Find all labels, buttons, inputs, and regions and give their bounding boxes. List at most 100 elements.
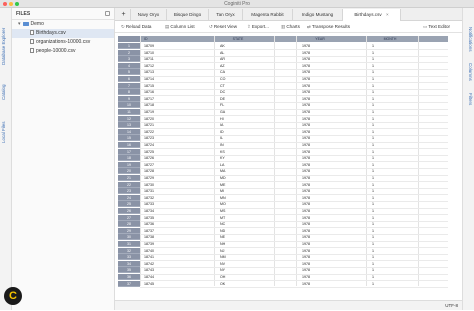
row-number[interactable]: 2 — [118, 49, 140, 56]
grid-cell[interactable]: 18744 — [144, 274, 204, 280]
grid-cell[interactable]: HI — [220, 116, 260, 122]
grid-cell[interactable]: 1978 — [302, 228, 342, 234]
grid-cell[interactable]: 1 — [372, 69, 412, 75]
grid-cell[interactable] — [282, 50, 292, 56]
grid-cell[interactable]: AZ — [220, 63, 260, 69]
grid-cell[interactable]: 1 — [372, 50, 412, 56]
grid-cell[interactable]: 1978 — [302, 102, 342, 108]
grid-cell[interactable] — [282, 228, 292, 234]
tab-indigo-mustang[interactable]: Indigo Mustang — [293, 9, 343, 21]
grid-cell[interactable]: 1978 — [302, 281, 342, 287]
row-number[interactable]: 17 — [118, 148, 140, 155]
grid-cell[interactable] — [282, 201, 292, 207]
tab-catalog[interactable]: Catalog — [1, 80, 11, 104]
grid-cell[interactable]: 1978 — [302, 261, 342, 267]
row-number[interactable]: 10 — [118, 102, 140, 109]
grid-cell[interactable]: 1 — [372, 168, 412, 174]
grid-cell[interactable]: NV — [220, 261, 260, 267]
grid-cell[interactable]: 18729 — [144, 175, 204, 181]
row-number[interactable]: 22 — [118, 181, 140, 188]
grid-cell[interactable]: LA — [220, 162, 260, 168]
grid-cell[interactable] — [282, 234, 292, 240]
grid-cell[interactable]: 18717 — [144, 96, 204, 102]
row-number[interactable]: 8 — [118, 89, 140, 96]
tab-notifications[interactable]: Notifications — [463, 22, 473, 56]
grid-cell[interactable]: 1978 — [302, 122, 342, 128]
grid-cell[interactable] — [282, 254, 292, 260]
grid-header-year[interactable]: YEAR — [300, 36, 340, 42]
grid-cell[interactable]: 1978 — [302, 241, 342, 247]
grid-cell[interactable]: NH — [220, 241, 260, 247]
row-number[interactable]: 15 — [118, 135, 140, 142]
grid-cell[interactable] — [282, 89, 292, 95]
grid-cell[interactable]: 1978 — [302, 182, 342, 188]
grid-header-col3[interactable] — [280, 36, 290, 42]
row-number[interactable]: 35 — [118, 267, 140, 274]
grid-cell[interactable]: 1 — [372, 248, 412, 254]
grid-cell[interactable]: 1978 — [302, 254, 342, 260]
grid-cell[interactable]: 18738 — [144, 234, 204, 240]
grid-cell[interactable]: 1 — [372, 83, 412, 89]
grid-header-month[interactable]: MONTH — [370, 36, 410, 42]
tab-tan-oryx[interactable]: Tan Oryx — [209, 9, 243, 21]
grid-cell[interactable]: 18733 — [144, 201, 204, 207]
grid-cell[interactable] — [282, 129, 292, 135]
grid-cell[interactable]: 18722 — [144, 129, 204, 135]
grid-cell[interactable]: 1978 — [302, 215, 342, 221]
grid-cell[interactable]: AK — [220, 43, 260, 49]
grid-cell[interactable]: 1978 — [302, 274, 342, 280]
tab-birthdays-csv[interactable]: Birthdays.csv × — [343, 9, 401, 21]
file-item[interactable]: Birthdays.csv — [12, 29, 114, 38]
row-number[interactable]: 13 — [118, 122, 140, 129]
grid-cell[interactable]: 1 — [372, 175, 412, 181]
grid-cell[interactable]: 1 — [372, 142, 412, 148]
grid-cell[interactable] — [282, 188, 292, 194]
grid-cell[interactable]: 1 — [372, 274, 412, 280]
grid-cell[interactable]: 18740 — [144, 248, 204, 254]
grid-cell[interactable]: 1978 — [302, 201, 342, 207]
row-number[interactable]: 31 — [118, 241, 140, 247]
grid-cell[interactable]: MA — [220, 168, 260, 174]
row-number[interactable]: 19 — [118, 161, 140, 168]
grid-cell[interactable]: OK — [220, 281, 260, 287]
grid-cell[interactable]: ND — [220, 228, 260, 234]
grid-cell[interactable]: 1978 — [302, 188, 342, 194]
grid-cell[interactable] — [282, 281, 292, 287]
grid-cell[interactable]: 1 — [372, 221, 412, 227]
grid-cell[interactable]: 18741 — [144, 254, 204, 260]
grid-cell[interactable]: 1978 — [302, 267, 342, 273]
grid-cell[interactable]: DE — [220, 96, 260, 102]
row-number[interactable]: 28 — [118, 221, 140, 228]
row-number[interactable]: 3 — [118, 56, 140, 63]
grid-cell[interactable] — [282, 122, 292, 128]
grid-cell[interactable] — [282, 116, 292, 122]
folder-demo[interactable]: ▾ Demo — [12, 20, 114, 29]
grid-cell[interactable]: IN — [220, 142, 260, 148]
grid-cell[interactable]: 18725 — [144, 149, 204, 155]
grid-cell[interactable] — [282, 267, 292, 273]
grid-cell[interactable]: MN — [220, 195, 260, 201]
row-number[interactable]: 14 — [118, 128, 140, 135]
grid-cell[interactable]: 18743 — [144, 267, 204, 273]
transpose-results-button[interactable]: ⇄Transpose Results — [307, 21, 350, 33]
tab-filters[interactable]: Filters — [463, 88, 473, 110]
grid-cell[interactable]: 1978 — [302, 50, 342, 56]
grid-cell[interactable]: 1 — [372, 63, 412, 69]
row-number[interactable]: 20 — [118, 168, 140, 175]
tab-magenta-rabbit[interactable]: Magenta Rabbit — [243, 9, 293, 21]
grid-cell[interactable]: 1 — [372, 162, 412, 168]
grid-cell[interactable] — [282, 168, 292, 174]
grid-cell[interactable]: 1 — [372, 56, 412, 62]
grid-cell[interactable]: CT — [220, 83, 260, 89]
grid-cell[interactable]: IL — [220, 135, 260, 141]
tab-local-files[interactable]: Local Files — [1, 116, 11, 148]
grid-cell[interactable] — [282, 63, 292, 69]
grid-cell[interactable]: 18728 — [144, 168, 204, 174]
grid-cell[interactable]: 18713 — [144, 69, 204, 75]
grid-cell[interactable]: 18730 — [144, 182, 204, 188]
grid-cell[interactable]: NC — [220, 221, 260, 227]
grid-cell[interactable]: 1978 — [302, 162, 342, 168]
grid-cell[interactable]: MO — [220, 201, 260, 207]
grid-cell[interactable] — [282, 274, 292, 280]
grid-cell[interactable]: 1978 — [302, 109, 342, 115]
